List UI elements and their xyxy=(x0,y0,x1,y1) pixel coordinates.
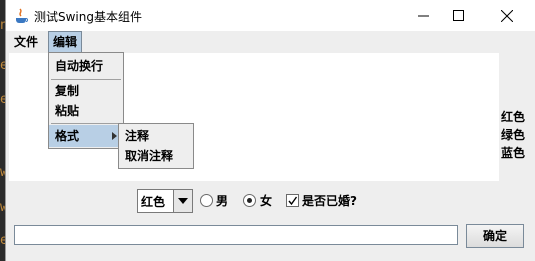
minimize-icon xyxy=(418,15,429,17)
combobox-value: 红色 xyxy=(141,195,166,209)
close-icon xyxy=(500,9,513,22)
menu-item-uncomment[interactable]: 取消注释 xyxy=(119,145,193,167)
married-checkbox[interactable] xyxy=(286,194,299,207)
radio-female-label: 女 xyxy=(260,194,273,208)
color-combobox[interactable]: 红色 xyxy=(137,189,193,213)
radio-male-label: 男 xyxy=(216,194,229,208)
radio-male[interactable] xyxy=(200,194,213,207)
list-item[interactable]: 绿色 xyxy=(501,126,531,144)
checkmark-icon xyxy=(288,196,298,206)
title-bar[interactable]: 测试Swing基本组件 xyxy=(6,0,535,31)
married-checkbox-label: 是否已婚? xyxy=(302,194,357,208)
menu-edit[interactable]: 编辑 xyxy=(48,31,83,53)
ok-button[interactable]: 确定 xyxy=(466,224,524,248)
java-icon xyxy=(16,8,28,23)
submenu-arrow-icon xyxy=(112,132,117,140)
edit-menu-popup: 自动换行 复制 粘贴 格式 xyxy=(48,52,124,149)
list-item[interactable]: 蓝色 xyxy=(501,144,531,162)
menu-bar: 文件 编辑 xyxy=(6,31,535,53)
menu-separator xyxy=(51,123,121,124)
app-window: 测试Swing基本组件 文件 编辑 红色 绿色 蓝色 自动换行 复制 粘贴 格式… xyxy=(5,0,535,261)
menu-item-word-wrap[interactable]: 自动换行 xyxy=(49,55,123,77)
menu-item-format-label: 格式 xyxy=(55,129,80,143)
maximize-button[interactable] xyxy=(436,0,481,31)
combobox-dropdown-button[interactable] xyxy=(173,190,192,212)
menu-item-paste[interactable]: 粘贴 xyxy=(49,100,123,122)
menu-file[interactable]: 文件 xyxy=(10,32,42,52)
close-button[interactable] xyxy=(484,0,529,31)
format-submenu-popup: 注释 取消注释 xyxy=(118,123,194,169)
radio-selected-dot xyxy=(247,198,252,203)
chevron-down-icon xyxy=(178,198,188,204)
radio-female[interactable] xyxy=(243,194,256,207)
menu-item-copy[interactable]: 复制 xyxy=(49,80,123,102)
text-input[interactable] xyxy=(14,225,458,245)
list-item[interactable]: 红色 xyxy=(501,108,531,126)
window-title: 测试Swing基本组件 xyxy=(34,10,142,24)
maximize-icon xyxy=(453,10,464,21)
color-list[interactable]: 红色 绿色 蓝色 xyxy=(501,108,531,162)
menu-item-comment[interactable]: 注释 xyxy=(119,125,193,147)
